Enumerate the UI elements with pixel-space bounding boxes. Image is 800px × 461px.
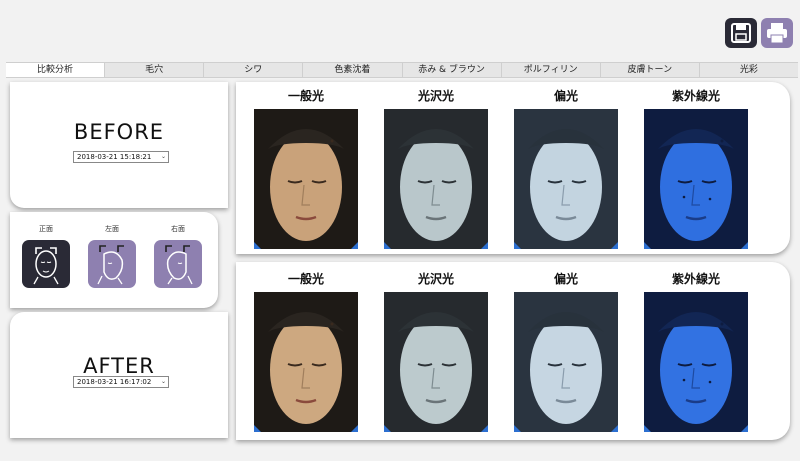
label-normal-light: 一般光 (287, 89, 324, 103)
face-front-icon (33, 247, 59, 285)
before-date-value: 2018-03-21 15:18:21 (77, 153, 152, 161)
after-image-grid: 一般光 光沢光 偏光 紫外線光 (236, 262, 790, 440)
chevron-down-icon: ⌄ (160, 153, 166, 160)
tab-skin-tone[interactable]: 皮膚トーン (599, 63, 699, 77)
after-date-select[interactable]: 2018-03-21 16:17:02 ⌄ (73, 376, 169, 388)
face-photo-image (514, 292, 618, 432)
face-right-icon (165, 245, 193, 285)
label-gloss-light: 光沢光 (417, 272, 454, 286)
analysis-tab-bar: 比較分析 毛穴 シワ 色素沈着 赤み & ブラウン ポルフィリン 皮膚トーン 光… (6, 62, 798, 78)
face-left-button[interactable] (88, 240, 136, 288)
after-title: AFTER (83, 354, 155, 378)
view-label-right: 右面 (171, 225, 185, 233)
face-photo-image (384, 109, 488, 249)
tab-comparison[interactable]: 比較分析 (6, 63, 105, 77)
label-polarized-light: 偏光 (553, 89, 578, 103)
after-photo-uv[interactable] (644, 292, 748, 432)
before-title: BEFORE (73, 120, 165, 144)
tab-pigmentation[interactable]: 色素沈着 (302, 63, 401, 77)
label-normal-light: 一般光 (287, 272, 324, 286)
before-photo-normal[interactable] (254, 109, 358, 249)
view-selector-panel: 正面 左面 右面 (10, 212, 218, 308)
face-photo-image (644, 292, 748, 432)
after-date-value: 2018-03-21 16:17:02 (77, 378, 152, 386)
chevron-down-icon: ⌄ (160, 378, 166, 385)
floppy-disk-icon (731, 23, 751, 43)
printer-icon (767, 23, 787, 44)
after-photo-normal[interactable] (254, 292, 358, 432)
face-photo-image (254, 109, 358, 249)
after-panel: AFTER 2018-03-21 16:17:02 ⌄ (10, 312, 228, 438)
label-uv-light: 紫外線光 (671, 272, 720, 286)
after-photo-polarized[interactable] (514, 292, 618, 432)
before-photo-uv[interactable] (644, 109, 748, 249)
face-photo-image (384, 292, 488, 432)
label-gloss-light: 光沢光 (417, 89, 454, 103)
after-photo-gloss[interactable] (384, 292, 488, 432)
face-left-icon (97, 245, 124, 285)
face-photo-image (254, 292, 358, 432)
print-button[interactable] (761, 18, 793, 48)
label-uv-light: 紫外線光 (671, 89, 720, 103)
tab-porphyrin[interactable]: ポルフィリン (500, 63, 600, 77)
face-photo-image (644, 109, 748, 249)
tab-redness-brown[interactable]: 赤み & ブラウン (401, 63, 501, 77)
view-label-front: 正面 (39, 225, 53, 233)
label-polarized-light: 偏光 (553, 272, 578, 286)
face-right-button[interactable] (154, 240, 202, 288)
before-image-grid: 一般光 光沢光 偏光 紫外線光 (236, 82, 790, 254)
face-photo-image (514, 109, 618, 249)
tab-wrinkles[interactable]: シワ (203, 63, 302, 77)
tab-radiance[interactable]: 光彩 (698, 63, 798, 77)
tab-pores[interactable]: 毛穴 (104, 63, 203, 77)
before-date-select[interactable]: 2018-03-21 15:18:21 ⌄ (73, 151, 169, 163)
before-photo-polarized[interactable] (514, 109, 618, 249)
before-photo-gloss[interactable] (384, 109, 488, 249)
view-label-left: 左面 (105, 225, 119, 233)
save-button[interactable] (725, 18, 757, 48)
before-panel: BEFORE 2018-03-21 15:18:21 ⌄ (10, 82, 228, 208)
face-front-button[interactable] (22, 240, 70, 288)
